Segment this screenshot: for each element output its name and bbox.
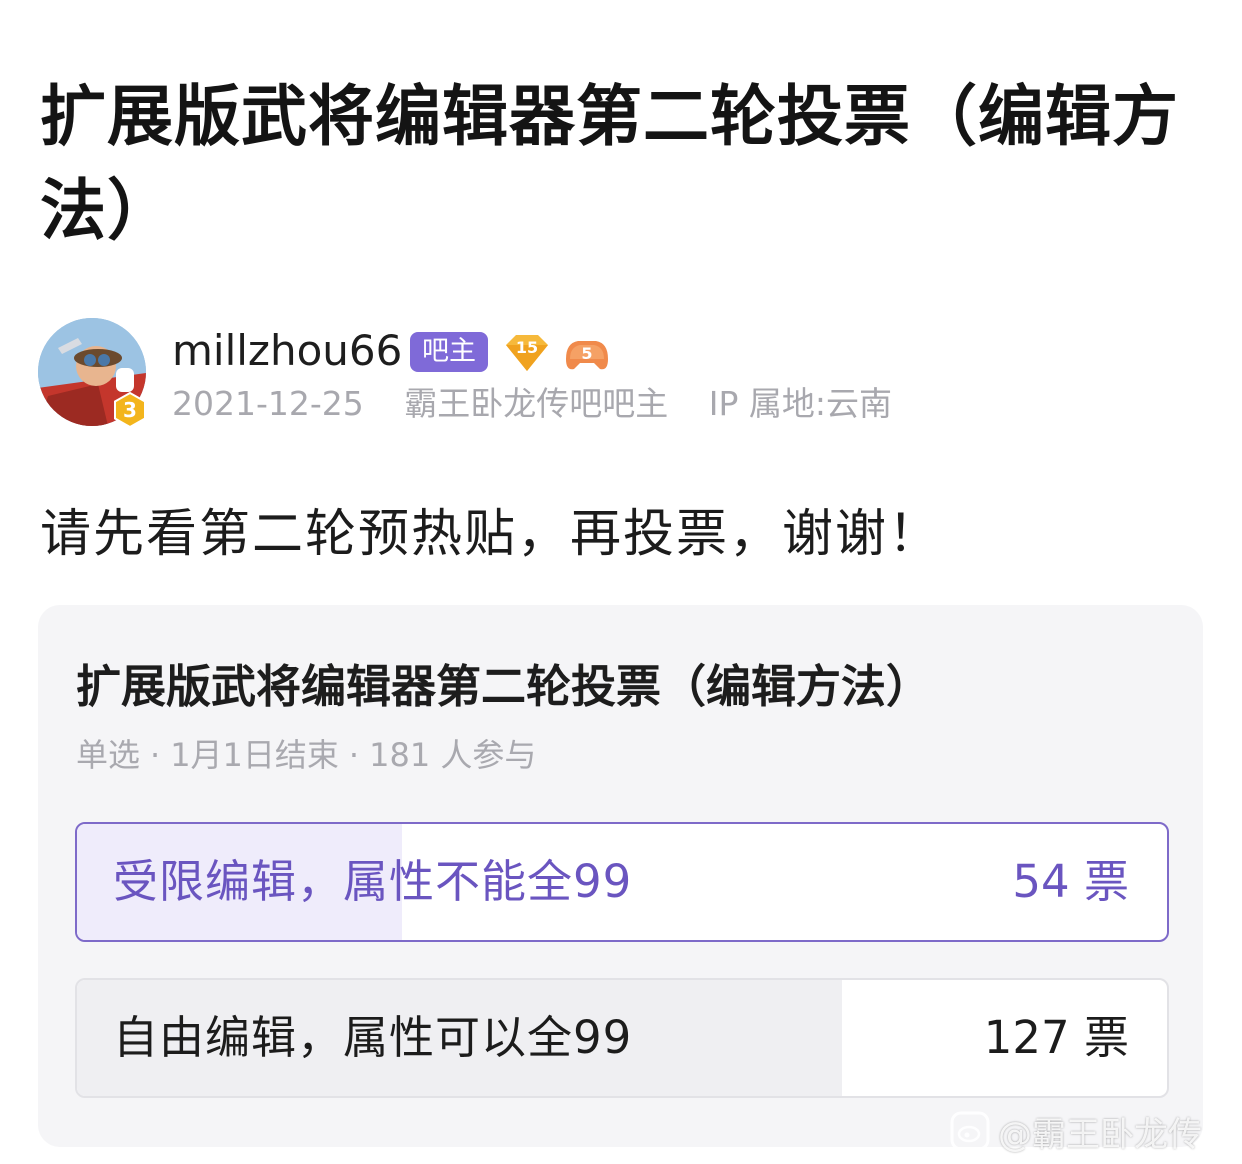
watermark-text: @霸王卧龙传	[998, 1114, 1202, 1155]
author-meta: 2021-12-25 霸王卧龙传吧吧主 IP 属地:云南	[172, 382, 922, 426]
author-name[interactable]: millzhou66	[172, 326, 402, 376]
poll-option-free[interactable]: 自由编辑，属性可以全99 127 票	[75, 978, 1169, 1098]
role-badge: 吧主	[410, 332, 488, 372]
poll-type: 单选	[76, 736, 141, 774]
author-row: 3 millzhou66 吧主 15 5 2021-12-25 霸王卧龙传吧吧主…	[38, 318, 1208, 429]
author-title: 霸王卧龙传吧吧主	[404, 384, 669, 423]
weibo-logo-icon	[950, 1111, 990, 1151]
watermark: @霸王卧龙传	[950, 1108, 1202, 1155]
separator-dot: ·	[348, 736, 360, 774]
post-body: 请先看第二轮预热贴，再投票，谢谢！	[40, 505, 942, 564]
user-level-text: 15	[516, 338, 538, 357]
ip-location: IP 属地:云南	[708, 384, 893, 423]
post-date: 2021-12-25	[172, 384, 364, 423]
poll-title: 扩展版武将编辑器第二轮投票（编辑方法）	[76, 660, 932, 713]
poll-meta: 单选 · 1月1日结束 · 181 人参与	[76, 733, 536, 777]
poll-option-label: 自由编辑，属性可以全99	[113, 1011, 633, 1064]
poll-end: 1月1日结束	[170, 736, 339, 774]
poll-option-votes: 127 票	[983, 1011, 1129, 1064]
level-diamond-icon: 15	[506, 335, 548, 371]
poll-option-restricted[interactable]: 受限编辑，属性不能全99 54 票	[75, 822, 1169, 942]
avatar-level-text: 3	[123, 398, 137, 422]
poll-participants: 181 人参与	[369, 736, 537, 774]
poll-option-votes: 54 票	[1012, 855, 1129, 908]
poll-option-label: 受限编辑，属性不能全99	[113, 855, 633, 908]
post-title: 扩展版武将编辑器第二轮投票（编辑方法）	[40, 78, 1179, 249]
game-level-icon: 5	[566, 341, 608, 370]
separator-dot: ·	[150, 736, 161, 774]
game-level-text: 5	[581, 344, 592, 363]
avatar-level-badge: 3	[112, 391, 148, 429]
poll-card: 扩展版武将编辑器第二轮投票（编辑方法） 单选 · 1月1日结束 · 181 人参与 受限…	[38, 605, 1203, 1147]
author-badges: 吧主 15 5	[410, 328, 614, 376]
